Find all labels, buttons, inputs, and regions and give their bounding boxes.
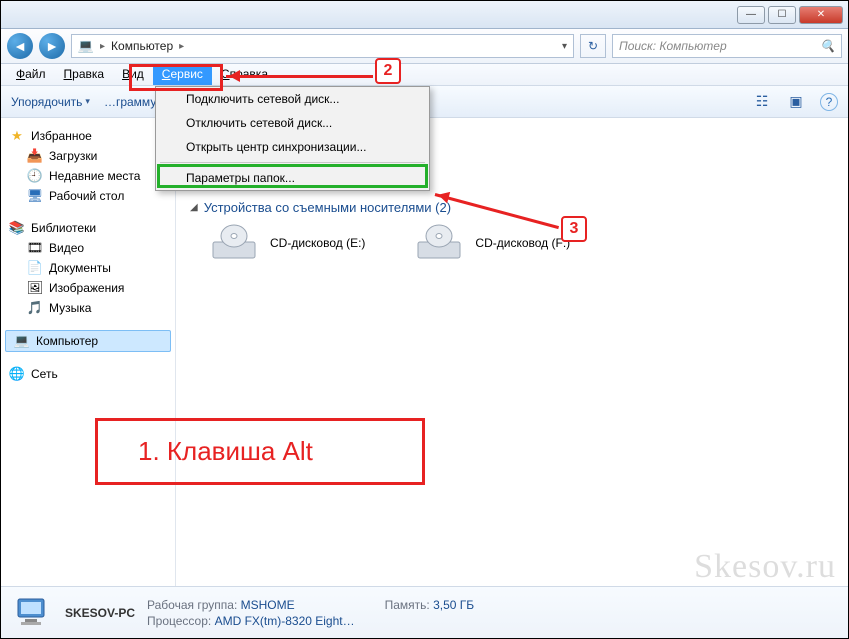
breadcrumb[interactable]: 💻 ▸ Компьютер ▸ ▾ [71, 34, 574, 58]
help-button[interactable]: ? [820, 93, 838, 111]
minimize-button[interactable]: — [737, 6, 765, 24]
sidebar-item-computer[interactable]: 💻 Компьютер [5, 330, 171, 352]
sidebar-item-network[interactable]: 🌐 Сеть [1, 364, 175, 384]
breadcrumb-text: Компьютер [111, 39, 173, 53]
menu-edit[interactable]: Правка [55, 64, 114, 85]
menubar: Файл Правка Вид Сервис Справка [1, 64, 848, 86]
annotation-marker-2: 2 [375, 58, 401, 84]
navbar: ◄ ► 💻 ▸ Компьютер ▸ ▾ ↻ Поиск: Компьютер… [1, 29, 848, 64]
sidebar-item-video[interactable]: 🎞 Видео [1, 238, 175, 258]
dropdown-item-folder-options[interactable]: Параметры папок... [156, 166, 429, 190]
dropdown-item-map-drive[interactable]: Подключить сетевой диск... [156, 87, 429, 111]
menu-file[interactable]: Файл [7, 64, 55, 85]
sidebar-item-downloads[interactable]: 📥 Загрузки [1, 146, 175, 166]
computer-large-icon [13, 593, 53, 633]
images-icon: 🖼 [27, 280, 43, 296]
drive-item[interactable]: CD-дисковод (E:) [210, 223, 365, 263]
sidebar-item-desktop[interactable]: 🖥 Рабочий стол [1, 186, 175, 206]
annotation-step1: 1. Клавиша Alt [95, 418, 425, 485]
drive-label: CD-дисковод (F:) [475, 236, 570, 250]
cd-drive-icon [415, 223, 463, 263]
close-button[interactable]: ✕ [799, 6, 843, 24]
recent-icon: 🕘 [27, 168, 43, 184]
dropdown-item-disconnect-drive[interactable]: Отключить сетевой диск... [156, 111, 429, 135]
computer-icon: 💻 [78, 38, 94, 54]
drive-item[interactable]: CD-дисковод (F:) [415, 223, 570, 263]
documents-icon: 📄 [27, 260, 43, 276]
collapse-triangle-icon: ◢ [190, 202, 198, 213]
dropdown-separator [160, 162, 425, 163]
search-icon: 🔍 [820, 39, 835, 53]
forward-button[interactable]: ► [39, 33, 65, 59]
sidebar: ★ Избранное 📥 Загрузки 🕘 Недавние места … [1, 118, 176, 586]
sidebar-item-images[interactable]: 🖼 Изображения [1, 278, 175, 298]
titlebar: — ☐ ✕ [1, 1, 848, 29]
statusbar: SKESOV-PC Рабочая группа: MSHOME Процесс… [1, 586, 848, 638]
breadcrumb-dropdown-icon[interactable]: ▾ [562, 41, 567, 52]
view-options-button[interactable]: ☷ [752, 92, 772, 112]
star-icon: ★ [9, 128, 25, 144]
computer-icon: 💻 [14, 333, 30, 349]
status-mem-key: Память: [385, 598, 430, 612]
annotation-marker-3: 3 [561, 216, 587, 242]
desktop-icon: 🖥 [27, 188, 43, 204]
status-cpu-key: Процессор: [147, 614, 211, 628]
annotation-arrow-2 [226, 75, 373, 78]
sidebar-item-music[interactable]: 🎵 Музыка [1, 298, 175, 318]
sidebar-favorites[interactable]: ★ Избранное [1, 126, 175, 146]
maximize-button[interactable]: ☐ [768, 6, 796, 24]
menu-view[interactable]: Вид [113, 64, 153, 85]
status-workgroup-val: MSHOME [241, 598, 295, 612]
organize-button[interactable]: Упорядочить▾ [11, 95, 90, 109]
search-placeholder: Поиск: Компьютер [619, 39, 727, 53]
status-pc-name: SKESOV-PC [65, 606, 135, 620]
breadcrumb-arrow-icon: ▸ [179, 41, 184, 52]
status-workgroup-key: Рабочая группа: [147, 598, 237, 612]
sidebar-libraries[interactable]: 📚 Библиотеки [1, 218, 175, 238]
chevron-down-icon: ▾ [85, 96, 90, 107]
drives-list: CD-дисковод (E:) CD-дисковод (F:) [210, 223, 834, 263]
search-input[interactable]: Поиск: Компьютер 🔍 [612, 34, 842, 58]
sidebar-item-recent[interactable]: 🕘 Недавние места [1, 166, 175, 186]
music-icon: 🎵 [27, 300, 43, 316]
drive-label: CD-дисковод (E:) [270, 236, 365, 250]
status-cpu-val: AMD FX(tm)-8320 Eight… [215, 614, 355, 628]
downloads-icon: 📥 [27, 148, 43, 164]
breadcrumb-arrow-icon: ▸ [100, 41, 105, 52]
dropdown-item-sync-center[interactable]: Открыть центр синхронизации... [156, 135, 429, 159]
cd-drive-icon [210, 223, 258, 263]
preview-pane-button[interactable]: ▣ [786, 92, 806, 112]
status-mem-val: 3,50 ГБ [433, 598, 474, 612]
menu-tools[interactable]: Сервис [153, 64, 212, 85]
sidebar-item-documents[interactable]: 📄 Документы [1, 258, 175, 278]
back-button[interactable]: ◄ [7, 33, 33, 59]
refresh-button[interactable]: ↻ [580, 34, 606, 58]
toolbar-fragment[interactable]: …грамму [104, 95, 156, 109]
libraries-icon: 📚 [9, 220, 25, 236]
network-icon: 🌐 [9, 366, 25, 382]
video-icon: 🎞 [27, 240, 43, 256]
tools-dropdown-menu: Подключить сетевой диск... Отключить сет… [155, 86, 430, 191]
